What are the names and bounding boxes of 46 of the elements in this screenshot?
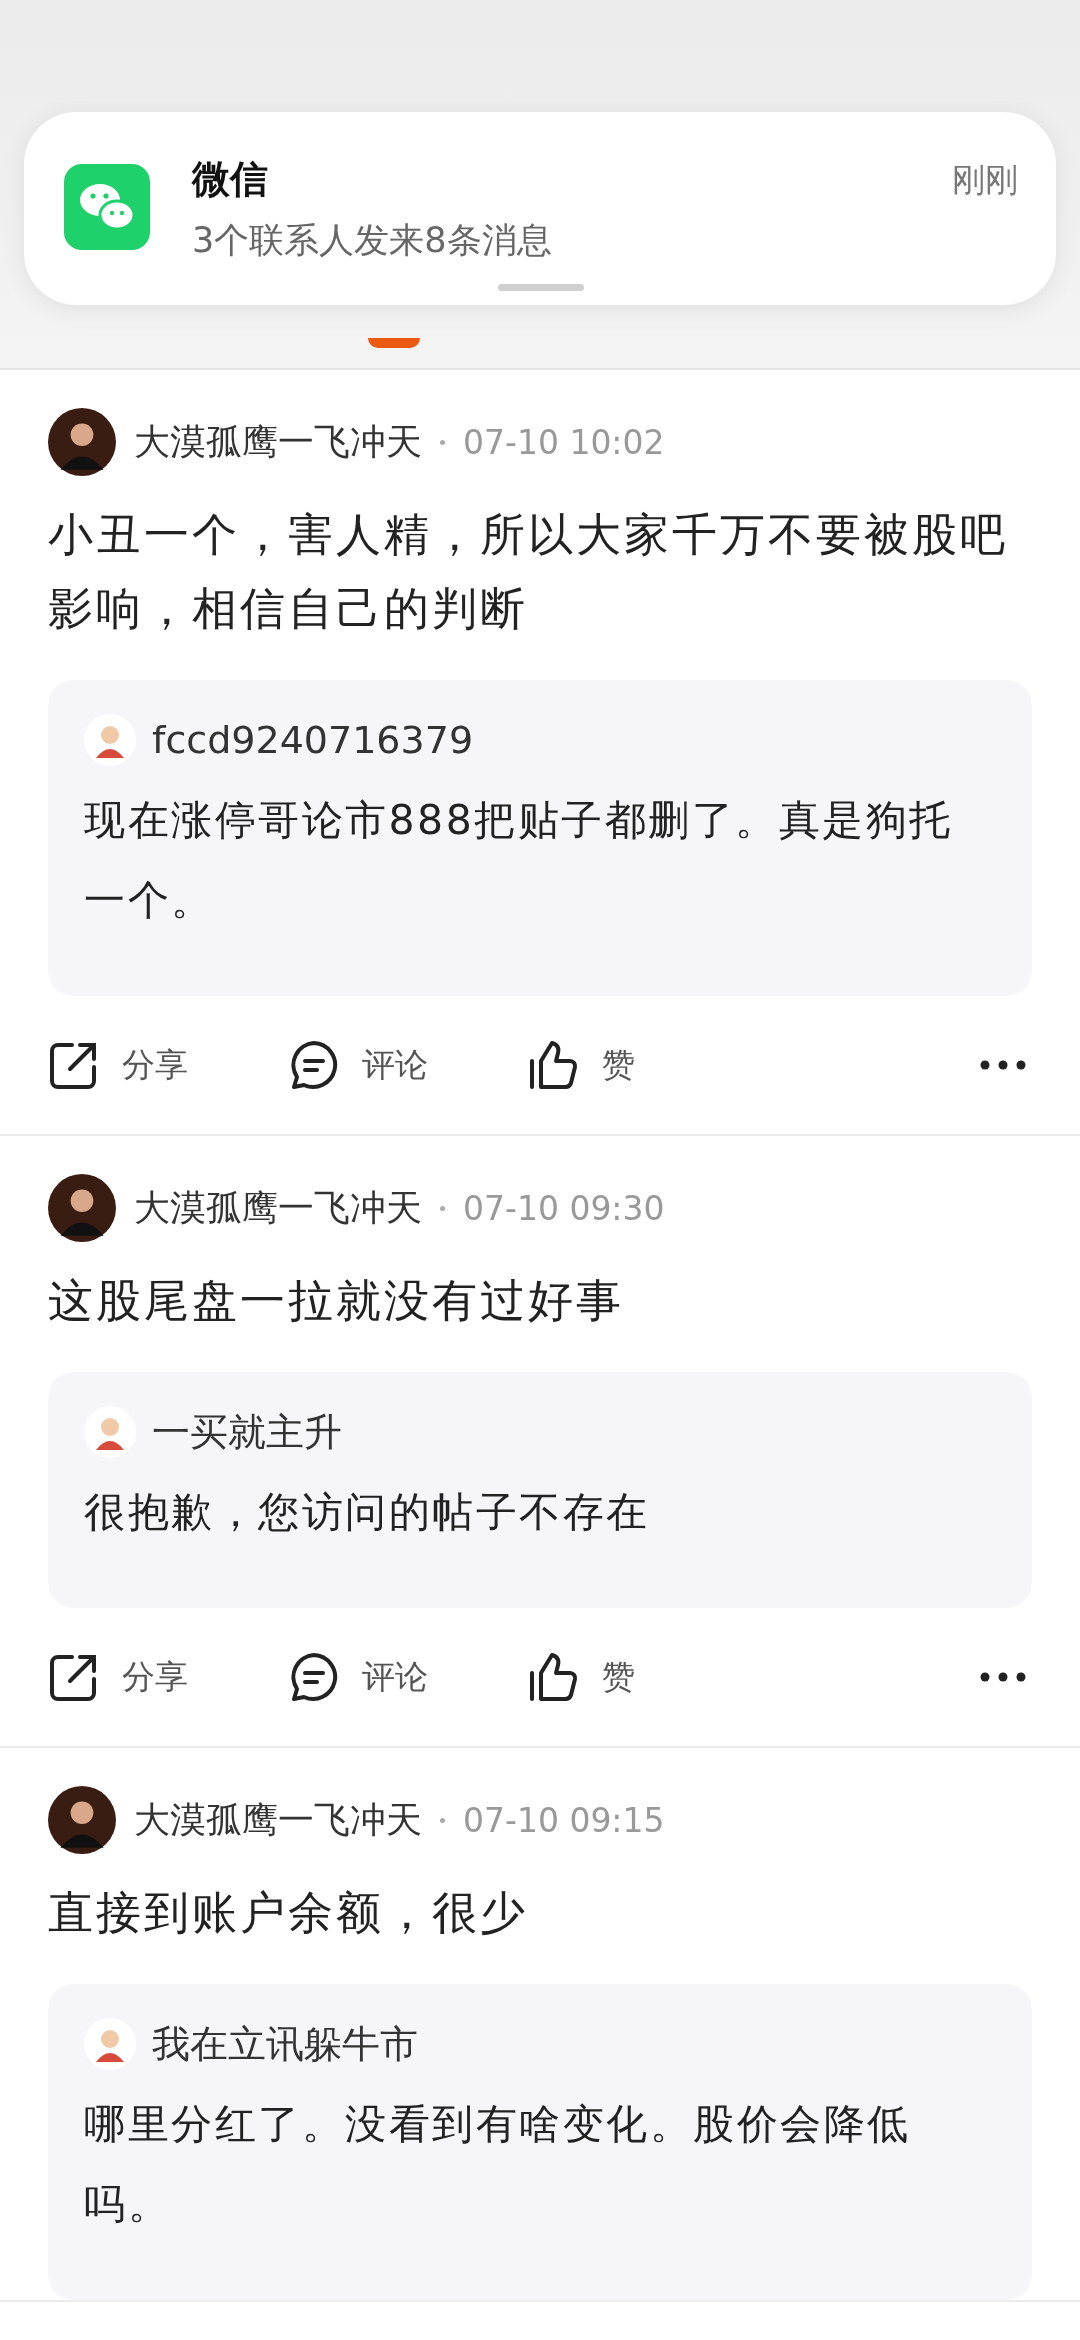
drag-handle[interactable] xyxy=(498,284,584,291)
like-button[interactable]: 赞 xyxy=(528,1039,768,1091)
post-time: 07-10 09:15 xyxy=(463,1800,665,1840)
quoted-text: 很抱歉，您访问的帖子不存在 xyxy=(84,1487,651,1538)
chat-app-icon xyxy=(64,164,150,250)
thumbs-up-icon xyxy=(528,1651,580,1703)
notification-card[interactable]: 微信 3个联系人发来8条消息 刚刚 xyxy=(24,112,1056,305)
quoted-post[interactable]: fccd9240716379 现在涨停哥论市888把贴子都删了。真是狗托一个。 xyxy=(48,680,1032,996)
more-icon[interactable] xyxy=(980,1672,1026,1682)
post-time: 07-10 10:02 xyxy=(463,422,665,462)
quoted-text: 哪里分红了。没看到有啥变化。股价会降低吗。 xyxy=(84,2099,912,2230)
comment-button[interactable]: 评论 xyxy=(288,1039,528,1091)
share-button[interactable]: 分享 xyxy=(48,1039,288,1091)
avatar xyxy=(84,2018,136,2070)
avatar[interactable] xyxy=(48,1174,116,1242)
quoted-post[interactable]: 我在立讯躲牛市 哪里分红了。没看到有啥变化。股价会降低吗。 xyxy=(48,1984,1032,2300)
share-button[interactable]: 分享 xyxy=(48,1651,288,1703)
separator-dot xyxy=(440,439,445,445)
quoted-author[interactable]: 一买就主升 xyxy=(152,1406,342,1458)
comment-text: 小丑一个，害人精，所以大家千万不要被股吧影响，相信自己的判断 xyxy=(48,507,1009,637)
quoted-text: 现在涨停哥论市888把贴子都删了。真是狗托一个。 xyxy=(84,795,954,926)
avatar xyxy=(84,1406,136,1458)
separator-dot xyxy=(440,1205,445,1211)
like-button[interactable]: 赞 xyxy=(528,1651,768,1703)
author-name[interactable]: 大漠孤鹰一飞冲天 xyxy=(134,417,422,467)
comment-button[interactable]: 评论 xyxy=(288,1651,528,1703)
author-name[interactable]: 大漠孤鹰一飞冲天 xyxy=(134,1183,422,1233)
tab-indicator xyxy=(368,338,420,348)
comment-icon xyxy=(288,1039,340,1091)
post-time: 07-10 09:30 xyxy=(463,1188,665,1228)
avatar[interactable] xyxy=(48,408,116,476)
notification-message: 3个联系人发来8条消息 xyxy=(192,219,552,262)
avatar[interactable] xyxy=(48,1786,116,1854)
comment-text: 直接到账户余额，很少 xyxy=(48,1885,529,1941)
quoted-post[interactable]: 一买就主升 很抱歉，您访问的帖子不存在 xyxy=(48,1372,1032,1608)
thumbs-up-icon xyxy=(528,1039,580,1091)
author-name[interactable]: 大漠孤鹰一飞冲天 xyxy=(134,1795,422,1845)
avatar xyxy=(84,714,136,766)
notification-title: 微信 xyxy=(192,156,269,203)
separator-dot xyxy=(440,1817,445,1823)
comment-text: 这股尾盘一拉就没有过好事 xyxy=(48,1273,625,1329)
quoted-author[interactable]: 我在立讯躲牛市 xyxy=(152,2018,418,2070)
quoted-author[interactable]: fccd9240716379 xyxy=(152,718,474,762)
more-icon[interactable] xyxy=(980,1060,1026,1070)
comment-icon xyxy=(288,1651,340,1703)
notification-time: 刚刚 xyxy=(952,159,1018,201)
